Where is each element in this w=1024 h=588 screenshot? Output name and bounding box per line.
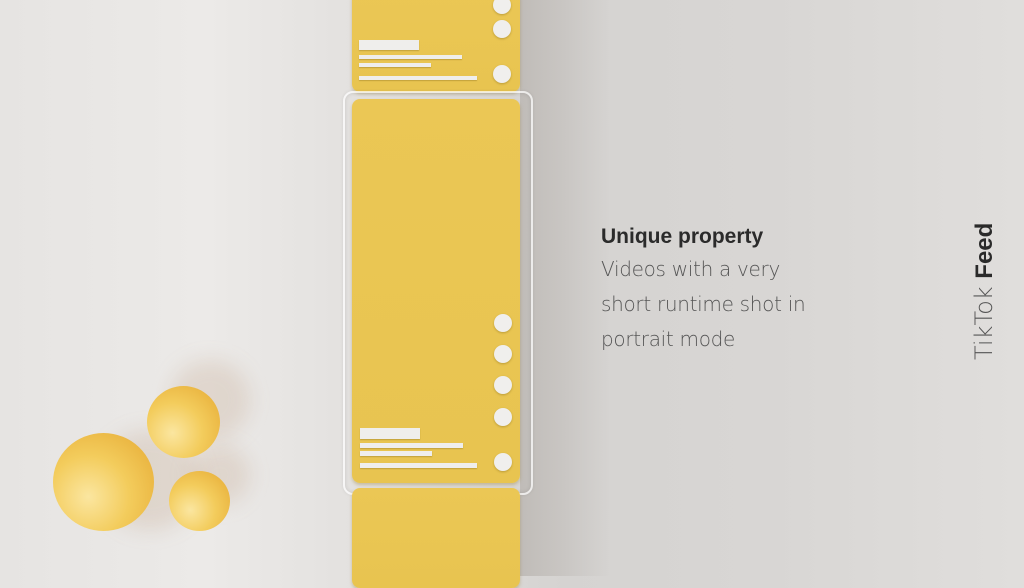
description-line: portrait mode [601, 327, 736, 351]
action-button-icon [493, 65, 511, 83]
caption-line-bar [360, 443, 463, 448]
caption-line-bar [360, 451, 432, 456]
description-line: short runtime shot in [601, 292, 806, 316]
action-button-icon [493, 20, 511, 38]
caption-line-bar [359, 63, 431, 67]
caption-line-bar [359, 76, 477, 80]
description-line: Videos with a very [601, 257, 781, 281]
music-disc-icon[interactable] [494, 453, 512, 471]
caption-line-bar [360, 463, 477, 468]
sphere-large [53, 433, 154, 531]
property-description: Videos with a very short runtime shot in… [601, 252, 861, 357]
property-text-block: Unique property Videos with a very short… [601, 222, 861, 357]
side-title-bold: Feed [971, 222, 998, 279]
caption-title-bar [359, 40, 419, 50]
feed-card-top [352, 0, 520, 92]
action-button-icon [493, 0, 511, 14]
like-button-icon[interactable] [494, 314, 512, 332]
sphere-small [169, 471, 230, 531]
side-title-light: TikTok [970, 286, 998, 360]
caption-line-bar [359, 55, 462, 59]
phone-strip-shadow [520, 0, 610, 576]
bookmark-button-icon[interactable] [494, 376, 512, 394]
feed-card-bottom [352, 488, 520, 588]
sphere-medium [147, 386, 220, 458]
share-button-icon[interactable] [494, 408, 512, 426]
caption-title-bar [360, 428, 420, 439]
property-heading: Unique property [601, 225, 764, 248]
side-title: TikTok Feed [970, 223, 999, 360]
slide: Unique property Videos with a very short… [0, 0, 1024, 588]
comment-button-icon[interactable] [494, 345, 512, 363]
feed-card-main [352, 99, 520, 483]
